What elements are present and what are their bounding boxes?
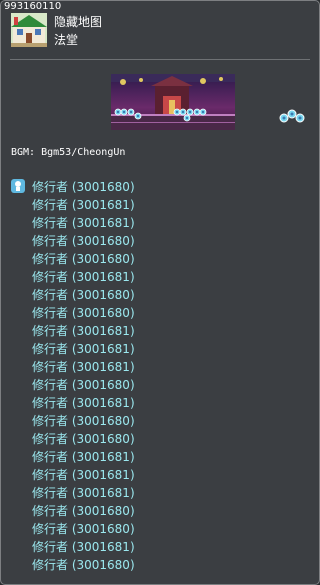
mob-list-item[interactable]: 修行者 (3001680) [32, 430, 135, 448]
mob-list-item[interactable]: 修行者 (3001681) [32, 394, 135, 412]
minimap [111, 74, 235, 130]
map-id: 993160110 [4, 1, 62, 12]
map-name: 法堂 [54, 33, 79, 47]
mob-list-item[interactable]: 修行者 (3001680) [32, 376, 135, 394]
mob-list-item[interactable]: 修行者 (3001680) [32, 502, 135, 520]
mob-list-item[interactable]: 修行者 (3001681) [32, 214, 135, 232]
region-name: 隐藏地图 [54, 15, 103, 29]
mob-list-item[interactable]: 修行者 (3001681) [32, 466, 135, 484]
village-building-icon [11, 13, 47, 47]
header-divider [10, 59, 310, 60]
portal-icon[interactable] [279, 108, 307, 124]
mob-list-item[interactable]: 修行者 (3001680) [32, 286, 135, 304]
mob-list-item[interactable]: 修行者 (3001681) [32, 322, 135, 340]
mob-list: 修行者 (3001680) 修行者 (3001681) 修行者 (3001681) 修… [32, 178, 135, 574]
mob-list-item[interactable]: 修行者 (3001680) [32, 178, 135, 196]
npc-marker-icon [11, 179, 25, 193]
mob-list-item[interactable]: 修行者 (3001680) [32, 232, 135, 250]
mob-list-item[interactable]: 修行者 (3001680) [32, 556, 135, 574]
mob-list-item[interactable]: 修行者 (3001680) [32, 412, 135, 430]
mob-list-item[interactable]: 修行者 (3001681) [32, 268, 135, 286]
mob-list-item[interactable]: 修行者 (3001681) [32, 358, 135, 376]
mob-list-item[interactable]: 修行者 (3001680) [32, 250, 135, 268]
bgm-label: BGM: Bgm53/CheongUn [11, 147, 126, 158]
mob-list-item[interactable]: 修行者 (3001681) [32, 340, 135, 358]
mob-list-item[interactable]: 修行者 (3001681) [32, 448, 135, 466]
mob-list-item[interactable]: 修行者 (3001681) [32, 538, 135, 556]
map-info-panel: 993160110 隐藏地图 法堂 BGM: Bgm53/CheongUn 修行… [0, 0, 320, 585]
mob-list-item[interactable]: 修行者 (3001681) [32, 196, 135, 214]
mob-list-item[interactable]: 修行者 (3001680) [32, 520, 135, 538]
mob-list-item[interactable]: 修行者 (3001680) [32, 304, 135, 322]
mob-list-item[interactable]: 修行者 (3001681) [32, 484, 135, 502]
